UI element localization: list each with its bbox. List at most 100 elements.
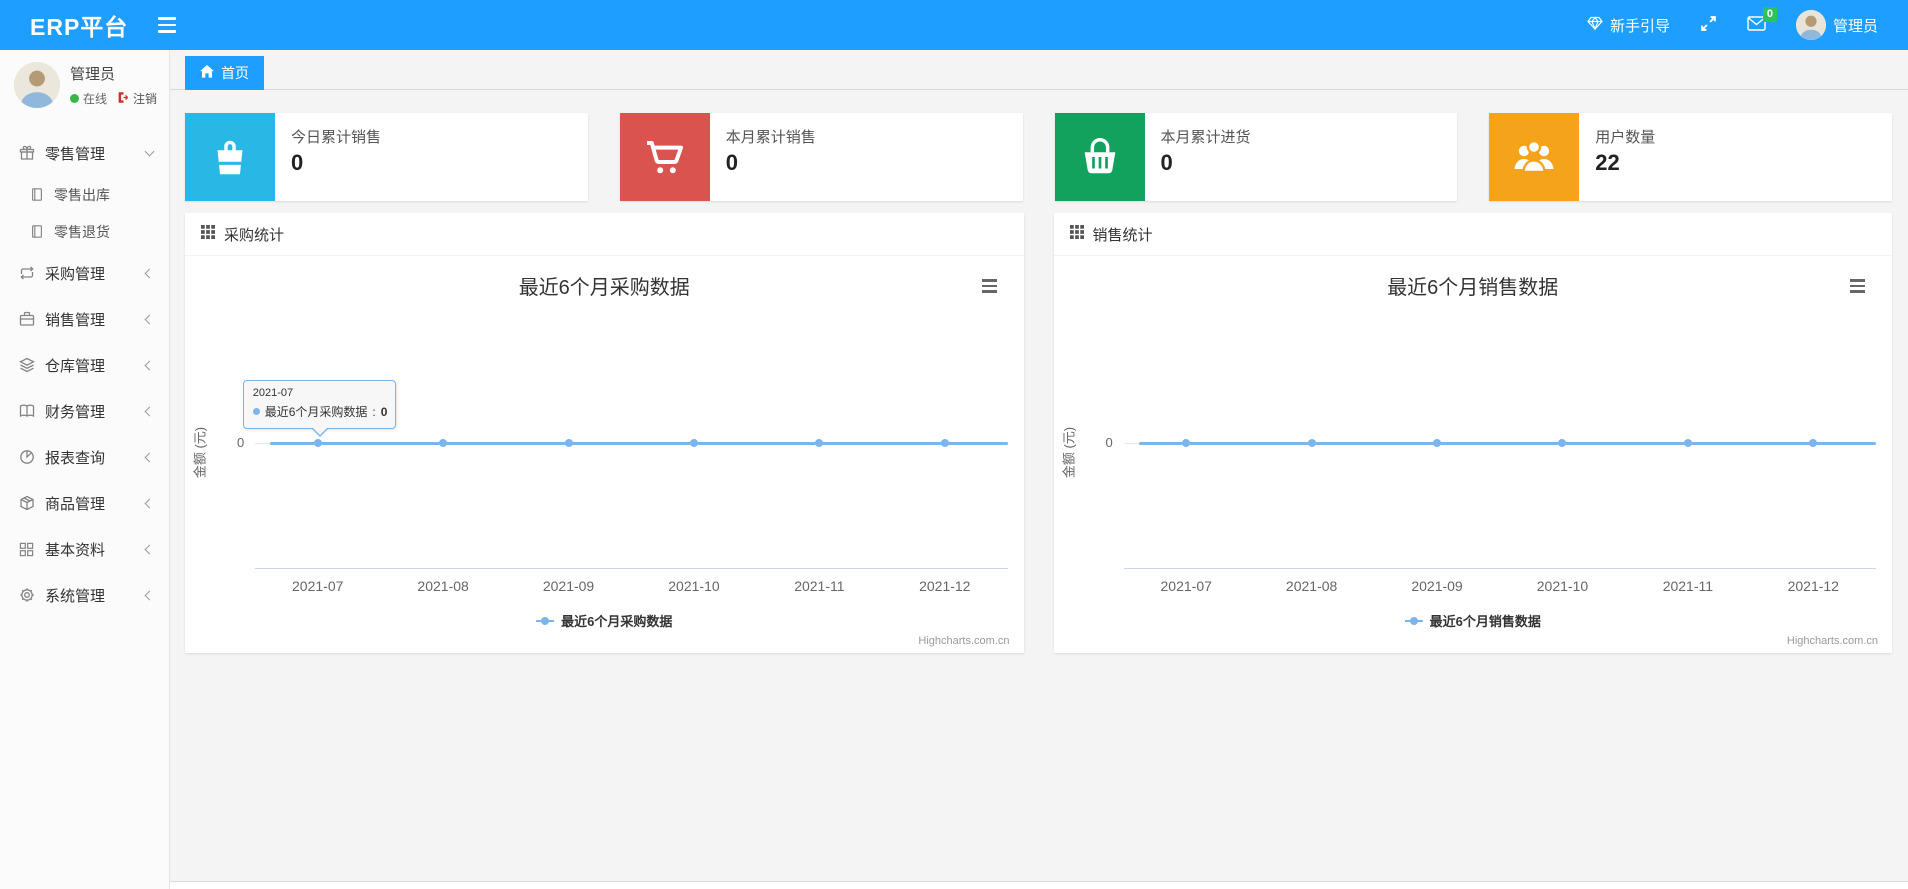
stat-card-value: 0: [725, 150, 738, 175]
user-menu[interactable]: 管理员: [1795, 10, 1878, 40]
tab-home[interactable]: 首页: [185, 56, 264, 90]
data-point[interactable]: [1558, 439, 1567, 447]
sidebar-item-system[interactable]: 系统管理: [0, 572, 169, 618]
sidebar-item-reports[interactable]: 报表查询: [0, 434, 169, 480]
sidebar-item-retail[interactable]: 零售管理: [0, 130, 169, 176]
data-point[interactable]: [439, 439, 448, 447]
layers-icon: [18, 357, 35, 374]
data-point[interactable]: [1182, 439, 1191, 447]
journal-icon: [28, 223, 45, 240]
message-count-badge: 0: [1762, 6, 1777, 22]
main-content: 首页 今日累计销售 0 本月累计销售 0 本月累计进货 0 用户数量 22 采购…: [170, 50, 1908, 889]
x-axis-tick-label: 2021-07: [1160, 578, 1212, 594]
sidebar-item-retail-return[interactable]: 零售退货: [0, 213, 169, 250]
data-point[interactable]: [1433, 439, 1442, 447]
logout-button[interactable]: 注销: [117, 90, 157, 107]
highcharts-credit-link[interactable]: Highcharts.com.cn: [1787, 635, 1878, 647]
avatar: [1795, 10, 1826, 40]
x-axis-tick-label: 2021-11: [1662, 578, 1714, 594]
chevron-left-icon: [144, 498, 155, 508]
sidebar-item-basic-data[interactable]: 基本资料: [0, 526, 169, 572]
username: 管理员: [1832, 17, 1878, 35]
sidebar-item-retail-outbound[interactable]: 零售出库: [0, 176, 169, 213]
chart-title: 最近6个月销售数据: [1387, 277, 1559, 299]
messages-button[interactable]: 0: [1747, 6, 1777, 35]
sidebar-item-label: 商品管理: [45, 495, 106, 513]
guide-label: 新手引导: [1609, 17, 1670, 35]
highcharts-credit-link[interactable]: Highcharts.com.cn: [918, 635, 1009, 647]
sidebar-item-products[interactable]: 商品管理: [0, 480, 169, 526]
chart-tooltip: 2021-07 最近6个月采购数据: 0: [242, 380, 396, 437]
tooltip-value: 0: [380, 404, 388, 419]
legend-item[interactable]: 最近6个月销售数据: [1054, 611, 1893, 630]
series-line: [270, 442, 1008, 445]
x-axis-tick-label: 2021-10: [1536, 578, 1589, 594]
x-axis-tick-label: 2021-10: [668, 578, 720, 594]
data-point[interactable]: [1809, 439, 1818, 447]
chevron-left-icon: [144, 452, 155, 462]
stat-card-month-purchases: 本月累计进货 0: [1054, 113, 1458, 201]
data-point[interactable]: [564, 439, 573, 447]
th-grid-icon: [201, 225, 215, 243]
x-axis-tick-label: 2021-09: [1411, 578, 1463, 594]
tab-home-label: 首页: [221, 65, 249, 81]
plot-area: 金额 (元) 0: [1061, 304, 1876, 569]
sales-stats-panel: 销售统计 最近6个月销售数据 金额 (元) 0 2021-07 2021-08 20…: [1053, 213, 1893, 653]
journal-icon: [28, 186, 45, 203]
stat-card-title: 今日累计销售: [291, 129, 382, 146]
sidebar-item-label: 销售管理: [45, 311, 106, 329]
x-axis-tick-label: 2021-08: [417, 578, 469, 594]
x-axis-tick-label: 2021-09: [542, 578, 595, 594]
footer-bar: [170, 881, 1908, 889]
sidebar-toggle-button[interactable]: [152, 11, 182, 39]
sidebar-item-warehouse[interactable]: 仓库管理: [0, 342, 169, 388]
sidebar-item-label: 基本资料: [45, 541, 106, 559]
sidebar-item-label: 零售出库: [54, 186, 110, 203]
stat-card-month-sales: 本月累计销售 0: [619, 113, 1023, 201]
chart-context-menu-button[interactable]: [979, 276, 1000, 296]
data-point[interactable]: [1307, 439, 1316, 447]
fullscreen-button[interactable]: [1700, 15, 1717, 36]
pie-chart-icon: [18, 449, 35, 466]
data-point[interactable]: [1683, 439, 1692, 447]
series-line: [1138, 442, 1876, 445]
sidebar-menu: 零售管理 零售出库 零售退货 采购管理 销售管理 仓库管理 财务管理 报表查询 …: [0, 130, 169, 618]
guide-button[interactable]: 新手引导: [1587, 15, 1670, 36]
data-point[interactable]: [940, 439, 949, 447]
data-point[interactable]: [815, 439, 824, 447]
y-axis-label: 金额 (元): [1061, 426, 1076, 479]
sidebar: 管理员 在线 注销 零售管理 零售出库 零售退货 采购管理 销售管理 仓库管理 …: [0, 50, 170, 889]
purchase-chart: 最近6个月采购数据 金额 (元) 0 2021-07 最近6个月采购数据: 0: [185, 256, 1024, 652]
x-axis-tick-label: 2021-12: [919, 578, 971, 594]
chart-panels-row: 采购统计 最近6个月采购数据 金额 (元) 0 2021-07 最近6个月采购数…: [185, 213, 1892, 653]
expand-icon: [1700, 15, 1717, 36]
logout-label: 注销: [133, 92, 158, 106]
chevron-down-icon: [144, 146, 155, 157]
sidebar-user-panel: 管理员 在线 注销: [0, 50, 169, 122]
stat-card-value: 22: [1595, 150, 1620, 175]
series-marker-icon: [252, 408, 260, 415]
panel-title: 采购统计: [224, 226, 285, 244]
sidebar-username: 管理员: [70, 66, 116, 83]
gift-icon: [18, 145, 35, 162]
panel-title: 销售统计: [1092, 226, 1153, 244]
users-icon: [1489, 113, 1580, 201]
chart-context-menu-button[interactable]: [1847, 276, 1868, 296]
legend-item[interactable]: 最近6个月采购数据: [185, 611, 1024, 630]
sidebar-item-label: 采购管理: [45, 265, 106, 283]
sidebar-item-label: 报表查询: [45, 449, 106, 467]
app-logo[interactable]: ERP平台: [0, 8, 128, 42]
sidebar-item-purchase[interactable]: 采购管理: [0, 250, 169, 296]
sidebar-item-finance[interactable]: 财务管理: [0, 388, 169, 434]
sidebar-item-label: 零售退货: [54, 223, 110, 240]
sidebar-submenu-retail: 零售出库 零售退货: [0, 176, 169, 250]
gear-icon: [18, 587, 35, 604]
tooltip-series-name: 最近6个月采购数据: [264, 405, 368, 419]
chevron-left-icon: [144, 590, 155, 600]
data-point[interactable]: [689, 439, 698, 447]
data-point[interactable]: [313, 439, 322, 447]
sidebar-item-sales[interactable]: 销售管理: [0, 296, 169, 342]
chart-title: 最近6个月采购数据: [518, 277, 690, 299]
online-status-label: 在线: [83, 92, 108, 106]
x-axis-tick-label: 2021-12: [1787, 578, 1839, 594]
